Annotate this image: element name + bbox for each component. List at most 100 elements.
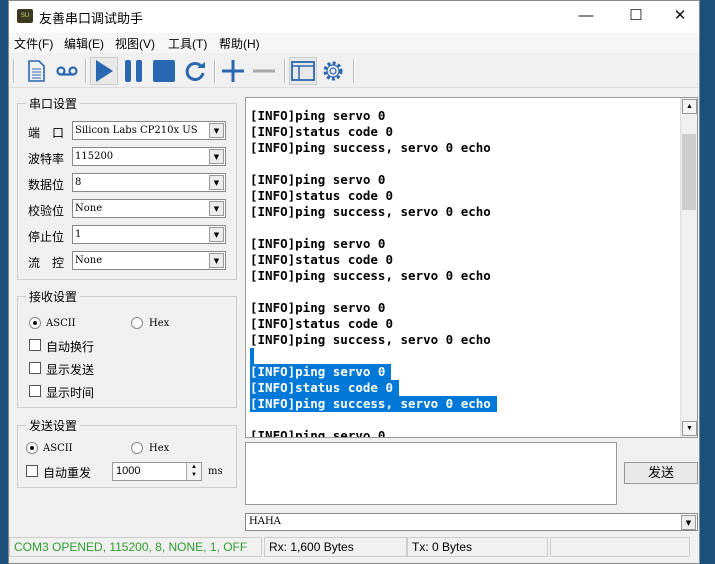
stopbits-label: 停止位 (28, 230, 65, 244)
log-line: [INFO]ping success, servo 0 echo (250, 268, 491, 283)
send-hex-radio[interactable] (131, 442, 143, 454)
log-line: [INFO]status code 0 (250, 188, 393, 203)
parity-label: 校验位 (28, 204, 65, 218)
send-history-select[interactable]: HAHA ▼ (245, 513, 698, 531)
baud-select[interactable]: 115200 ▼ (72, 147, 226, 166)
chevron-down-icon[interactable]: ▼ (209, 149, 224, 164)
chevron-down-icon[interactable]: ▼ (681, 515, 696, 530)
receive-hex-radio[interactable] (131, 317, 143, 329)
menu-help[interactable]: 帮助(H) (219, 35, 260, 52)
log-line: [INFO]status code 0 (250, 124, 393, 139)
chevron-down-icon[interactable]: ▼ (209, 201, 224, 216)
window-icon[interactable] (289, 57, 317, 85)
gear-icon[interactable] (319, 57, 347, 85)
stop-icon[interactable] (150, 57, 178, 85)
port-select[interactable]: Silicon Labs CP210x US ▼ (72, 121, 226, 140)
maximize-button[interactable]: ☐ (613, 1, 659, 31)
interval-unit: ms (208, 466, 223, 477)
menu-tools[interactable]: 工具(T) (168, 35, 207, 52)
databits-select[interactable]: 8 ▼ (72, 173, 226, 192)
word-wrap-checkbox[interactable] (29, 339, 41, 351)
minimize-button[interactable]: — (563, 1, 609, 31)
tx-count: Tx: 0 Bytes (407, 537, 548, 557)
log-line: [INFO]status code 0 (250, 252, 393, 267)
log-output: [INFO]ping servo 0 [INFO]status code 0 [IN… (250, 108, 497, 438)
pause-icon[interactable] (120, 57, 148, 85)
show-sent-checkbox[interactable] (29, 362, 41, 374)
toolbar-separator (284, 59, 286, 83)
app-window: SU 友善串口调试助手 — ☐ ✕ 文件(F) 编辑(E) 视图(V) 工具(T… (8, 0, 700, 564)
show-time-label: 显示时间 (46, 386, 95, 400)
send-settings-group: 发送设置 ASCII Hex 自动重发 1000 ▲ ▼ ms (17, 417, 237, 488)
menu-view[interactable]: 视图(V) (115, 35, 155, 52)
interval-stepper[interactable]: 1000 ▲ ▼ (112, 462, 202, 481)
vertical-scrollbar[interactable]: ▲ ▼ (680, 98, 697, 437)
baud-row: 波特率 115200 ▼ (28, 147, 228, 167)
refresh-icon[interactable] (181, 57, 209, 85)
scroll-thumb[interactable] (682, 134, 696, 210)
parity-select[interactable]: None ▼ (72, 199, 226, 218)
play-icon[interactable] (90, 57, 118, 85)
flow-select[interactable]: None ▼ (72, 251, 226, 270)
stopbits-row: 停止位 1 ▼ (28, 225, 228, 245)
log-line: [INFO]ping servo 0 (250, 236, 386, 251)
log-line: [INFO]status code 0 (250, 380, 497, 396)
log-line: [INFO]ping servo 0 (250, 172, 386, 187)
send-button[interactable]: 发送 (624, 462, 698, 484)
flow-row: 流 控 None ▼ (28, 251, 228, 271)
toolbar-separator (214, 59, 216, 83)
auto-resend-checkbox[interactable] (26, 465, 38, 477)
stepper-arrows-icon[interactable]: ▲ ▼ (186, 463, 201, 480)
send-hex-label: Hex (149, 443, 170, 454)
window-title: 友善串口调试助手 (39, 11, 144, 26)
log-line: [INFO]ping servo 0 (250, 300, 386, 315)
serial-settings-title: 串口设置 (26, 95, 81, 112)
toolbar-grip (13, 59, 15, 83)
log-line: [INFO]status code 0 (250, 316, 393, 331)
word-wrap-label: 自动换行 (46, 340, 95, 354)
new-file-icon[interactable] (22, 57, 50, 85)
scroll-down-icon[interactable]: ▼ (682, 421, 697, 436)
log-line: [INFO]ping servo 0 (250, 428, 386, 438)
rx-count: Rx: 1,600 Bytes (264, 537, 407, 557)
close-button[interactable]: ✕ (657, 1, 703, 31)
receive-textarea[interactable]: [INFO]ping servo 0 [INFO]status code 0 [IN… (245, 97, 698, 438)
receive-hex-label: Hex (149, 318, 170, 329)
toolbar-separator (85, 59, 87, 83)
remove-icon[interactable] (250, 57, 278, 85)
chevron-down-icon[interactable]: ▼ (209, 175, 224, 190)
log-line: [INFO]ping success, servo 0 echo (250, 140, 491, 155)
port-row: 端 口 Silicon Labs CP210x US ▼ (28, 121, 228, 141)
send-textarea[interactable] (245, 442, 617, 505)
log-line: [INFO]ping success, servo 0 echo (250, 332, 491, 347)
baud-label: 波特率 (28, 152, 65, 166)
show-sent-label: 显示发送 (46, 363, 95, 377)
app-icon: SU (17, 9, 33, 23)
chevron-down-icon[interactable]: ▼ (209, 253, 224, 268)
show-time-checkbox[interactable] (29, 385, 41, 397)
parity-row: 校验位 None ▼ (28, 199, 228, 219)
menu-edit[interactable]: 编辑(E) (64, 35, 104, 52)
chevron-down-icon[interactable]: ▼ (209, 227, 224, 242)
menu-file[interactable]: 文件(F) (14, 35, 53, 52)
stopbits-select[interactable]: 1 ▼ (72, 225, 226, 244)
connection-status: COM3 OPENED, 115200, 8, NONE, 1, OFF (9, 537, 262, 557)
serial-settings-group: 串口设置 端 口 Silicon Labs CP210x US ▼ 波特率 11520… (17, 95, 237, 280)
receive-settings-title: 接收设置 (26, 288, 81, 305)
send-settings-title: 发送设置 (26, 417, 81, 434)
auto-resend-label: 自动重发 (43, 466, 92, 480)
receive-ascii-radio[interactable] (29, 317, 41, 329)
receive-settings-group: 接收设置 ASCII Hex 自动换行 显示发送 显示时间 (17, 288, 237, 408)
record-icon[interactable] (53, 57, 81, 85)
send-ascii-radio[interactable] (26, 442, 38, 454)
add-icon[interactable] (219, 57, 247, 85)
receive-ascii-label: ASCII (46, 318, 76, 329)
flow-label: 流 控 (28, 256, 65, 270)
scroll-up-icon[interactable]: ▲ (682, 99, 697, 114)
chevron-down-icon[interactable]: ▼ (209, 123, 224, 138)
toolbar-separator (353, 59, 355, 83)
log-line: [INFO]ping servo 0 (250, 364, 497, 380)
